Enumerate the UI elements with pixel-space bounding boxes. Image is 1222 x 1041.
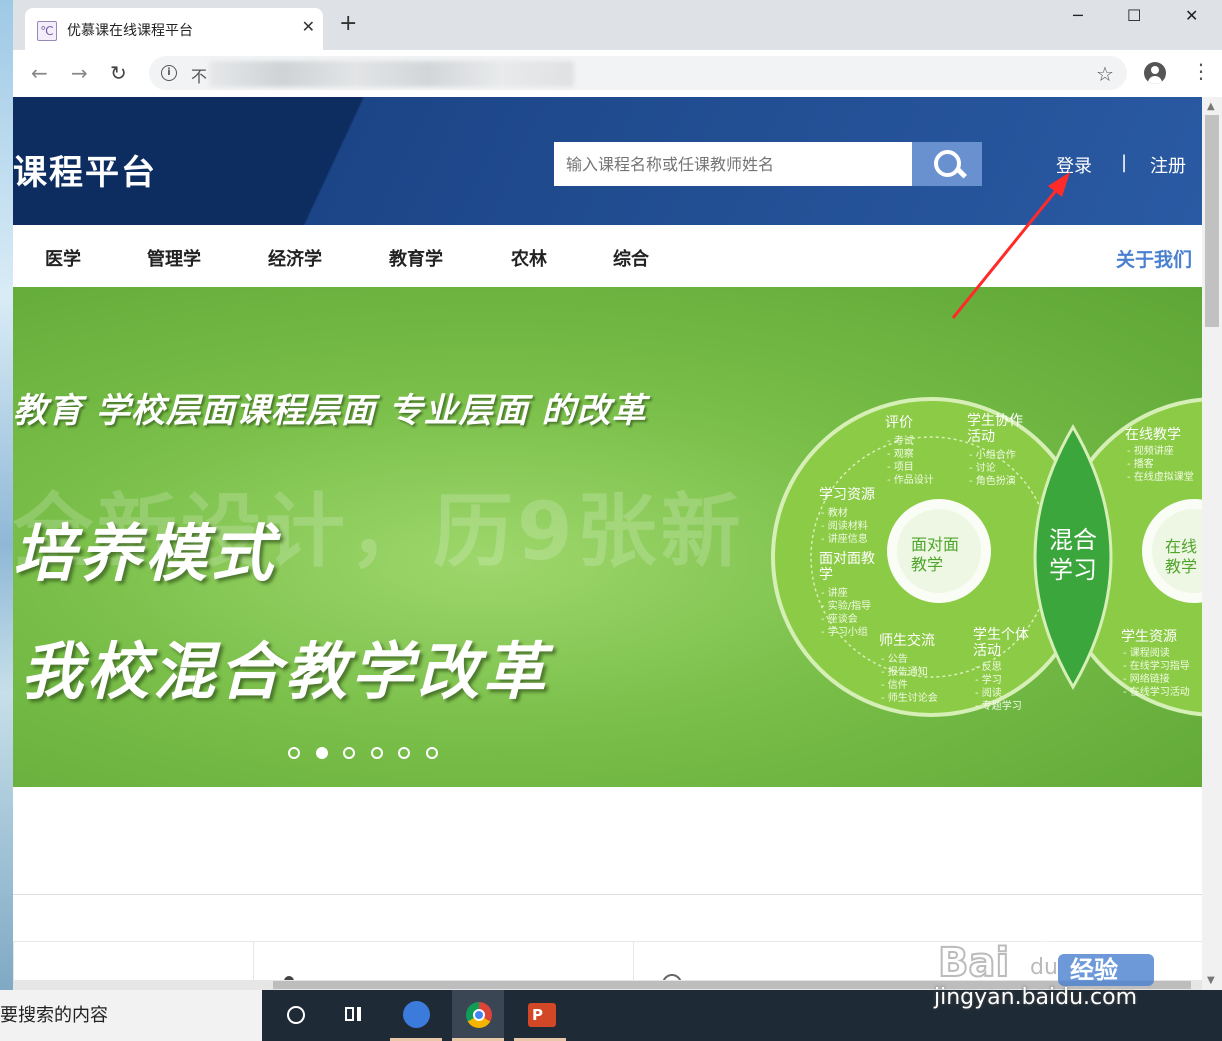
face-to-face-circle-label: 面对面 教学 <box>911 535 960 574</box>
minimize-button[interactable]: ─ <box>1073 6 1083 25</box>
login-link[interactable]: 登录 <box>1056 152 1092 178</box>
carousel-dot[interactable] <box>370 747 383 759</box>
site-favicon-icon: ℃ <box>37 21 57 41</box>
chrome-app-icon[interactable] <box>452 990 504 1041</box>
reload-icon[interactable]: ↻ <box>110 62 127 84</box>
ring-items-individual: - 反思 - 学习 - 阅读 - 专题学习 <box>975 662 1022 712</box>
site-header: 课程平台 登录 | 注册 <box>13 97 1202 225</box>
watermark-url: jingyan.baidu.com <box>934 985 1138 1010</box>
taskbar-search-box[interactable]: 要搜索的内容 <box>0 990 262 1041</box>
cortana-icon[interactable] <box>267 990 319 1041</box>
profile-icon[interactable] <box>1144 62 1166 84</box>
blended-learning-diagram: 面对面 教学 混合 学习 在线 教学 评价 - 考试 - 观察 - 项目 - 作… <box>769 387 1202 727</box>
info-icon[interactable]: i <box>161 65 177 81</box>
nav-item-medicine[interactable]: 医学 <box>45 245 81 271</box>
address-bar[interactable]: i 不 <box>149 56 1127 90</box>
page-viewport: 课程平台 登录 | 注册 医学 管理学 经济学 教育学 农林 综合 关于我们 全… <box>13 97 1202 990</box>
powerpoint-app-icon[interactable]: P <box>514 990 566 1041</box>
task-view-icon[interactable] <box>327 990 379 1041</box>
ring-items-collaboration: - 小组合作 - 讨论 - 角色扮演 <box>969 450 1016 487</box>
ring-title-collaboration: 学生协作 活动 <box>967 413 1023 445</box>
browser-tab[interactable]: ℃ 优慕课在线课程平台 ✕ <box>25 8 323 50</box>
ring-items-face-to-face: - 讲座 - 实验/指导 - 座谈会 - 学习小组 <box>821 588 872 638</box>
browser-window: ℃ 优慕课在线课程平台 ✕ + ─ ☐ ✕ ← → ↻ i 不 ☆ ⋮ 课程平台… <box>13 0 1222 990</box>
close-tab-icon[interactable]: ✕ <box>302 17 315 36</box>
nav-item-general[interactable]: 综合 <box>613 245 649 271</box>
vertical-scroll-thumb[interactable] <box>1205 115 1219 327</box>
people-app-icon[interactable] <box>390 990 442 1041</box>
tab-title: 优慕课在线课程平台 <box>67 23 193 39</box>
menu-icon[interactable]: ⋮ <box>1191 60 1211 82</box>
svg-text:du: du <box>1030 955 1058 980</box>
separator: | <box>1121 152 1128 173</box>
browser-toolbar: ← → ↻ i 不 <box>13 50 1222 98</box>
ring-title-resources: 学习资源 <box>819 487 875 503</box>
site-title: 课程平台 <box>13 153 157 193</box>
nav-item-education[interactable]: 教育学 <box>389 245 443 271</box>
url-prefix: 不 <box>191 67 208 86</box>
nav-item-agriculture[interactable]: 农林 <box>511 245 547 271</box>
ring-title-individual: 学生个体 活动 <box>973 627 1029 659</box>
ring-items-resources: - 教材 - 阅读材料 - 讲座信息 <box>821 508 868 545</box>
banner-line-1: 教育 学校层面课程层面 专业层面 的改革 <box>13 391 647 431</box>
carousel-dot[interactable] <box>343 747 355 759</box>
forward-icon[interactable]: → <box>71 62 88 84</box>
search-button[interactable] <box>912 142 982 186</box>
nav-item-management[interactable]: 管理学 <box>147 245 201 271</box>
blended-learning-label: 混合 学习 <box>1049 526 1097 584</box>
banner-line-2: 培养模式 <box>13 517 278 590</box>
course-search-input[interactable] <box>554 142 912 186</box>
section-divider <box>13 894 1202 895</box>
maximize-button[interactable]: ☐ <box>1127 6 1141 25</box>
blurred-url <box>209 61 574 87</box>
tab-strip: ℃ 优慕课在线课程平台 ✕ + ─ ☐ ✕ <box>13 0 1222 50</box>
ring-title-evaluation: 评价 <box>885 415 913 431</box>
star-icon[interactable]: ☆ <box>1096 62 1114 86</box>
ring-items-evaluation: - 考试 - 观察 - 项目 - 作品设计 <box>887 436 934 486</box>
ring-title-face-to-face: 面对面教 学 <box>819 551 875 583</box>
nav-item-economics[interactable]: 经济学 <box>268 245 322 271</box>
register-link[interactable]: 注册 <box>1150 152 1186 178</box>
close-window-button[interactable]: ✕ <box>1185 6 1198 25</box>
carousel-dot[interactable] <box>425 747 438 759</box>
scroll-up-icon[interactable]: ▲ <box>1207 101 1215 112</box>
ring-items-online: - 视频讲座 - 播客 - 在线虚拟课堂 <box>1127 446 1194 483</box>
hero-banner[interactable]: 全新设计，历9张新 教育 学校层面课程层面 专业层面 的改革 培养模式 我校混合… <box>13 287 1202 787</box>
ring-items-student-resources: - 课程阅读 - 在线学习指导 - 网络链接 - 在线学习活动 <box>1123 648 1190 698</box>
category-nav: 医学 管理学 经济学 教育学 农林 综合 关于我们 <box>13 225 1202 287</box>
ring-items-communication: - 公告 - 报告通知 - 信件 - 师生讨论会 <box>881 654 938 704</box>
ring-title-student-resources: 学生资源 <box>1121 629 1177 645</box>
svg-text:Bai: Bai <box>938 940 1009 986</box>
svg-text:经验: 经验 <box>1070 956 1118 984</box>
carousel-dot[interactable] <box>288 747 300 759</box>
back-icon[interactable]: ← <box>31 62 48 84</box>
about-us-link[interactable]: 关于我们 <box>1116 245 1192 272</box>
carousel-dot[interactable] <box>398 747 410 759</box>
online-circle-label: 在线 教学 <box>1165 537 1198 576</box>
carousel-dot[interactable] <box>315 747 328 759</box>
ring-title-communication: 师生交流 <box>879 633 935 649</box>
vertical-scrollbar[interactable]: ▲ ▼ <box>1202 97 1222 990</box>
ring-title-online: 在线教学 <box>1125 427 1181 443</box>
banner-line-3: 我校混合教学改革 <box>21 635 550 708</box>
desktop-background <box>0 0 13 990</box>
new-tab-button[interactable]: + <box>339 13 357 35</box>
